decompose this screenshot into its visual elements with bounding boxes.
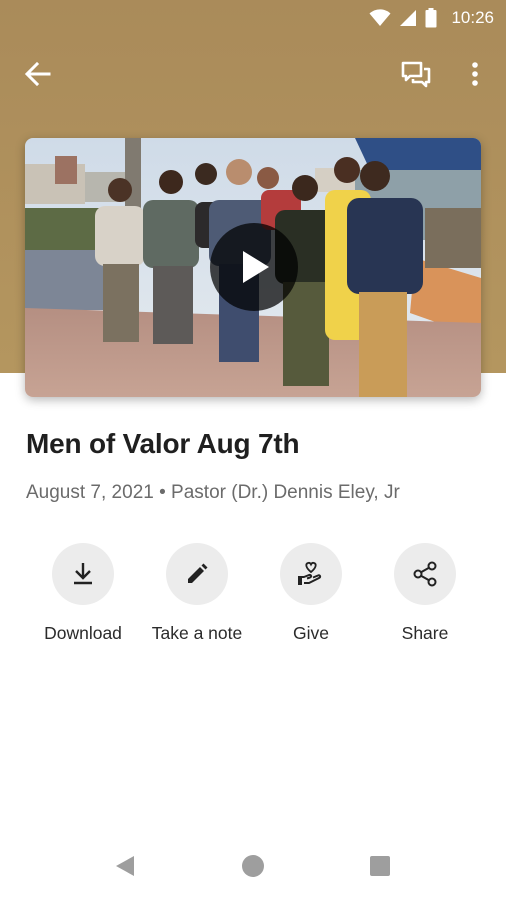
app-bar (0, 48, 506, 100)
system-nav-bar (0, 836, 506, 900)
meta-separator: • (153, 482, 172, 503)
take-note-button[interactable]: Take a note (137, 543, 257, 644)
download-label: Download (44, 623, 122, 643)
wifi-icon (369, 9, 391, 26)
status-time: 10:26 (451, 8, 494, 27)
nav-home-icon[interactable] (242, 855, 264, 877)
sermon-title: Men of Valor Aug 7th (26, 428, 300, 459)
nav-recents-icon[interactable] (370, 856, 390, 876)
download-icon (74, 563, 92, 585)
play-button[interactable] (210, 223, 298, 311)
status-bar: 10:26 (0, 0, 506, 36)
sermon-media-card[interactable] (25, 138, 481, 397)
share-circle[interactable] (394, 543, 456, 605)
back-button[interactable] (22, 60, 54, 88)
share-label: Share (401, 623, 449, 643)
share-button[interactable]: Share (365, 543, 485, 644)
hand-heart-icon (298, 561, 322, 585)
take-note-label: Take a note (151, 623, 243, 643)
download-button[interactable]: Download (23, 543, 143, 644)
battery-icon (425, 8, 437, 28)
more-options-button[interactable] (462, 60, 488, 88)
more-vert-icon (472, 62, 478, 86)
sermon-date: August 7, 2021 (26, 482, 154, 503)
give-button[interactable]: Give (251, 543, 371, 644)
cell-signal-icon (400, 10, 417, 26)
pencil-icon (188, 563, 208, 583)
sermon-actions: Download Take a note Give Share (0, 543, 506, 653)
discussion-button[interactable] (398, 58, 434, 90)
chat-bubbles-icon (401, 61, 431, 88)
sermon-speaker[interactable]: Pastor (Dr.) Dennis Eley, Jr (171, 482, 400, 503)
give-circle[interactable] (280, 543, 342, 605)
play-icon (243, 251, 269, 283)
sermon-meta: August 7, 2021 • Pastor (Dr.) Dennis Ele… (26, 482, 496, 504)
give-label: Give (293, 623, 329, 643)
take-note-circle[interactable] (166, 543, 228, 605)
download-circle[interactable] (52, 543, 114, 605)
arrow-left-icon (24, 61, 51, 87)
nav-back-button[interactable] (114, 855, 136, 881)
share-icon (413, 561, 437, 587)
nav-back-icon (116, 856, 134, 876)
